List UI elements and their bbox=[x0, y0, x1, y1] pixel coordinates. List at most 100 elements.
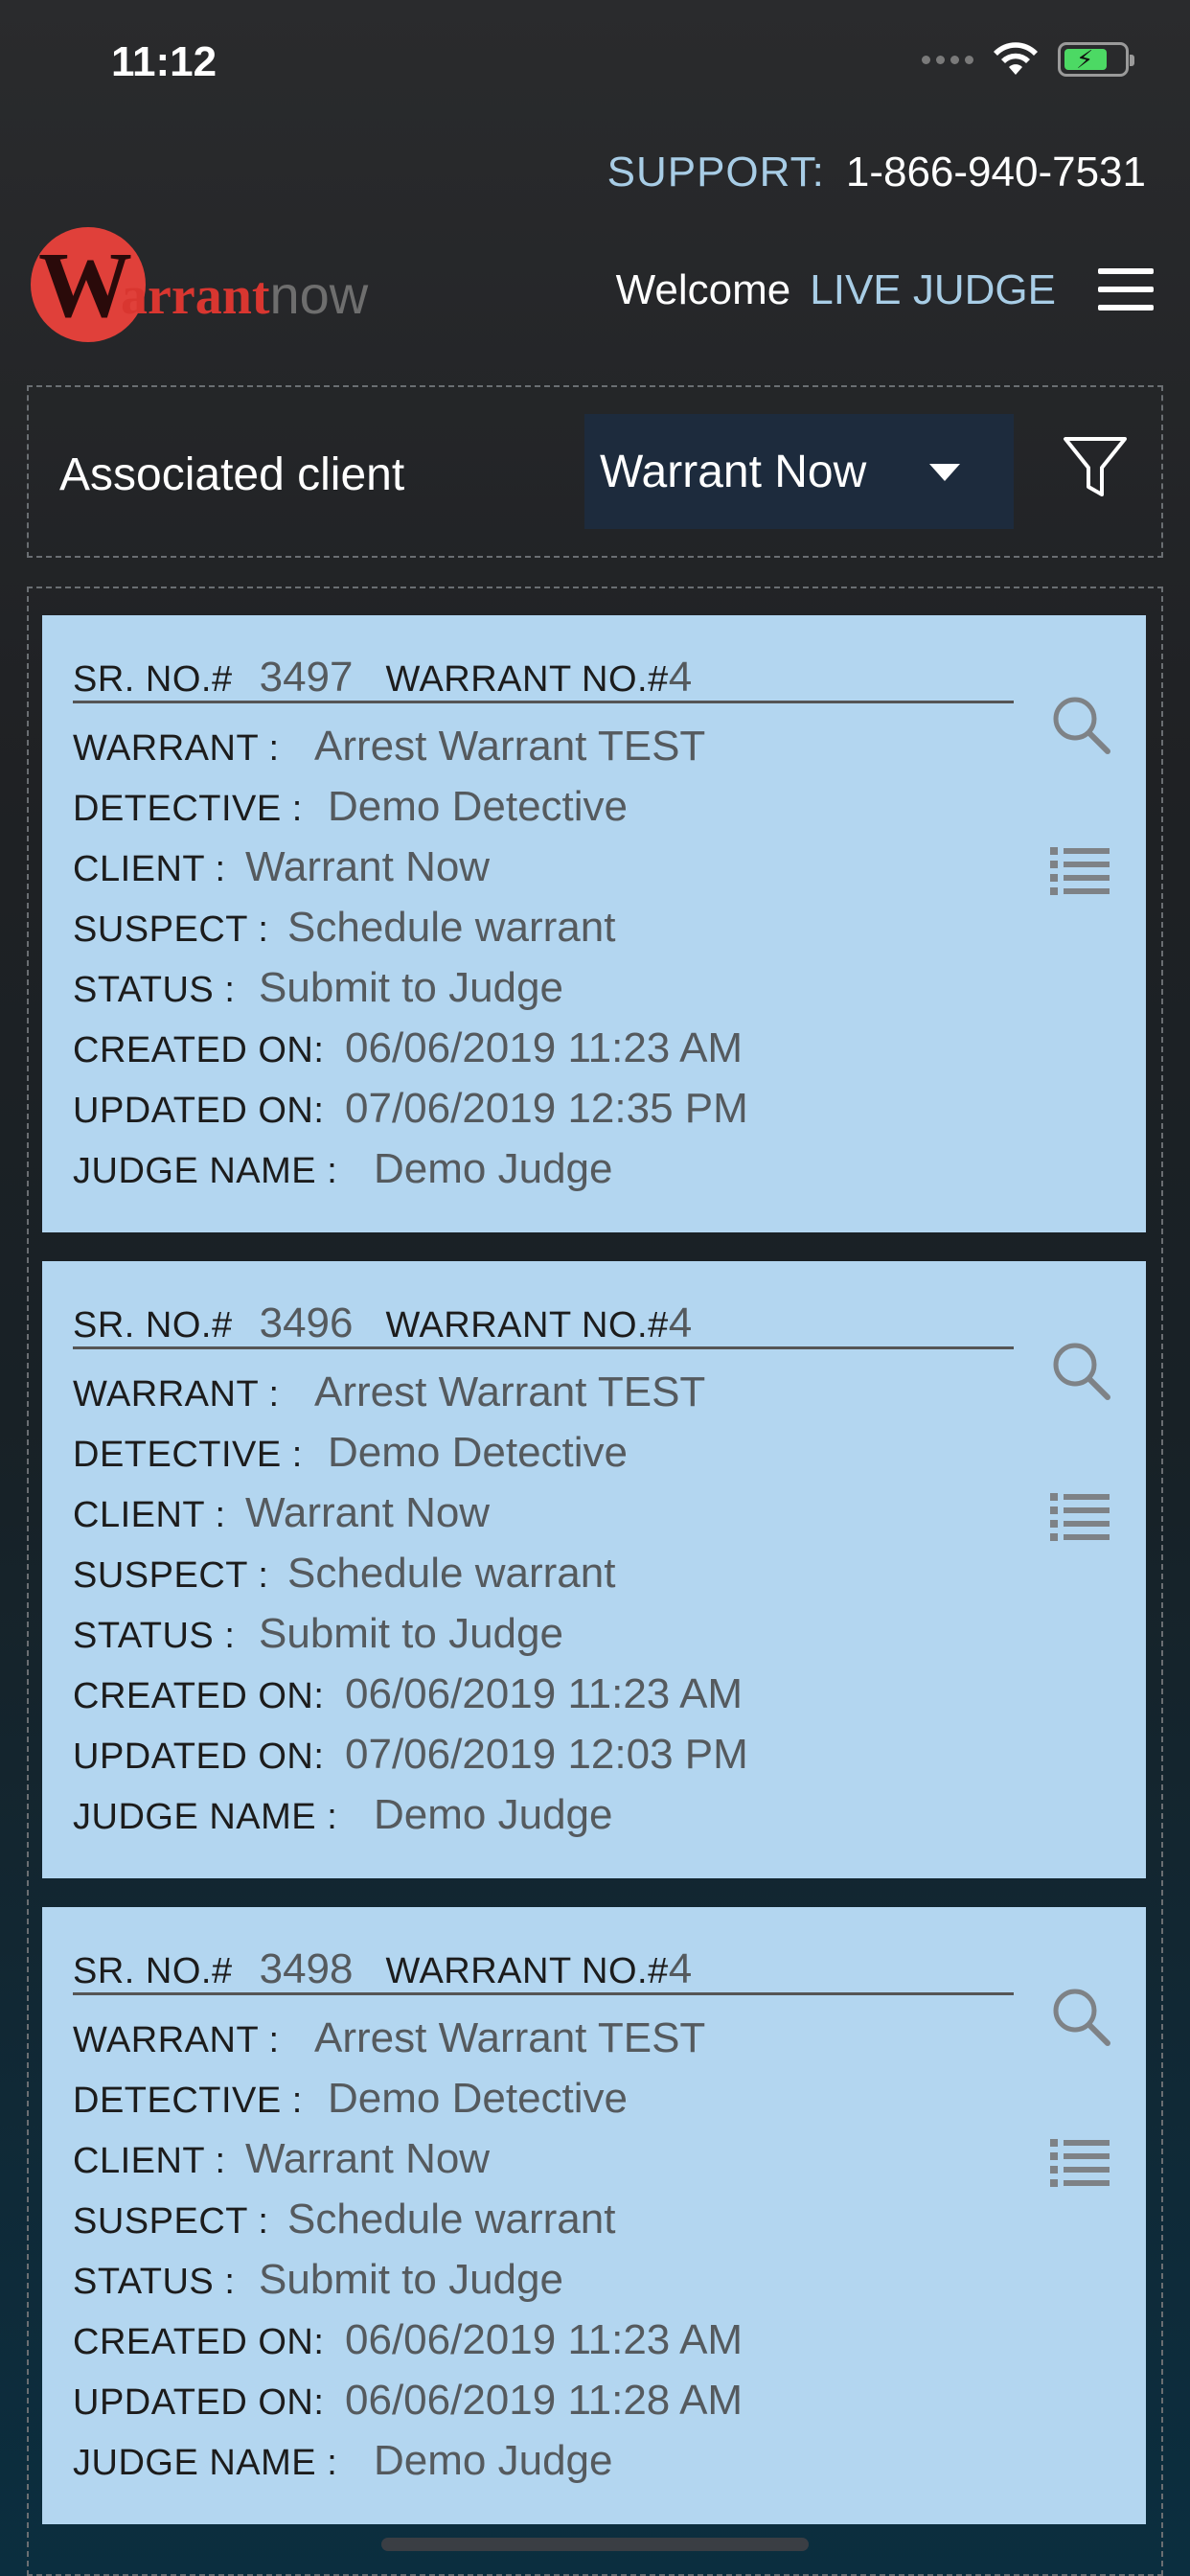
warrant-card[interactable]: SR. NO.# 3497 WARRANT NO.# 4 WARRANT : Arrest… bbox=[42, 615, 1146, 1232]
suspect-label: SUSPECT : bbox=[73, 1555, 269, 1596]
chevron-down-icon bbox=[929, 464, 960, 481]
status-icons: ⚡ bbox=[922, 42, 1134, 77]
created-on-label: CREATED ON: bbox=[73, 1676, 325, 1716]
suspect-label: SUSPECT : bbox=[73, 909, 269, 950]
search-icon[interactable] bbox=[1050, 1986, 1111, 2047]
sr-no-label: SR. NO.# bbox=[73, 1951, 233, 1991]
updated-on-value: 06/06/2019 11:28 AM bbox=[345, 2377, 744, 2424]
client-value: Warrant Now bbox=[245, 2135, 491, 2182]
updated-on-label: UPDATED ON: bbox=[73, 1736, 325, 1777]
status-time: 11:12 bbox=[111, 38, 217, 85]
sr-no-value: 3496 bbox=[259, 1300, 354, 1346]
sr-no-value: 3498 bbox=[259, 1945, 354, 1992]
detail-row-suspect: SUSPECT : Schedule warrant bbox=[73, 2196, 743, 2256]
detail-row-detective: DETECTIVE : Demo Detective bbox=[73, 783, 748, 843]
associated-client-label: Associated client bbox=[59, 449, 405, 500]
detail-row-judge-name: JUDGE NAME : Demo Judge bbox=[73, 2437, 743, 2497]
detail-row-created-on: CREATED ON: 06/06/2019 11:23 AM bbox=[73, 2316, 743, 2377]
warrant-label: WARRANT : bbox=[73, 728, 280, 769]
welcome-message: Welcome LIVE JUDGE bbox=[616, 266, 1056, 314]
card-header: SR. NO.# 3496 WARRANT NO.# 4 bbox=[73, 1300, 1014, 1349]
hamburger-menu-icon[interactable] bbox=[1098, 268, 1154, 310]
detective-value: Demo Detective bbox=[328, 2075, 629, 2122]
client-value: Warrant Now bbox=[245, 1489, 491, 1536]
detail-row-status: STATUS : Submit to Judge bbox=[73, 1610, 748, 1670]
created-on-value: 06/06/2019 11:23 AM bbox=[345, 1670, 744, 1717]
status-bar: 11:12 ⚡ bbox=[0, 0, 1190, 134]
logo-letter: W bbox=[38, 234, 132, 337]
list-details-icon[interactable] bbox=[1050, 845, 1110, 897]
support-phone-link[interactable]: 1-866-940-7531 bbox=[846, 149, 1146, 196]
judge-name-value: Demo Judge bbox=[374, 1145, 613, 1192]
card-header: SR. NO.# 3497 WARRANT NO.# 4 bbox=[73, 654, 1014, 703]
warrant-label: WARRANT : bbox=[73, 1374, 280, 1414]
detail-row-warrant: WARRANT : Arrest Warrant TEST bbox=[73, 723, 748, 783]
status-label: STATUS : bbox=[73, 1616, 236, 1656]
status-label: STATUS : bbox=[73, 2262, 236, 2302]
warrant-label: WARRANT : bbox=[73, 2020, 280, 2060]
sr-no-value: 3497 bbox=[259, 654, 354, 701]
cellular-signal-icon bbox=[922, 55, 973, 64]
client-value: Warrant Now bbox=[245, 843, 491, 890]
updated-on-label: UPDATED ON: bbox=[73, 2382, 325, 2423]
sr-no-label: SR. NO.# bbox=[73, 1305, 233, 1346]
home-indicator bbox=[381, 2538, 809, 2551]
suspect-value: Schedule warrant bbox=[287, 2196, 616, 2242]
detail-row-judge-name: JUDGE NAME : Demo Judge bbox=[73, 1791, 748, 1852]
created-on-label: CREATED ON: bbox=[73, 1030, 325, 1070]
welcome-user-name: LIVE JUDGE bbox=[810, 266, 1056, 313]
detail-row-warrant: WARRANT : Arrest Warrant TEST bbox=[73, 1368, 748, 1429]
detail-row-suspect: SUSPECT : Schedule warrant bbox=[73, 1550, 748, 1610]
detail-row-detective: DETECTIVE : Demo Detective bbox=[73, 2075, 743, 2135]
status-value: Submit to Judge bbox=[259, 964, 563, 1011]
detail-row-client: CLIENT : Warrant Now bbox=[73, 2135, 743, 2196]
warrant-value: Arrest Warrant TEST bbox=[314, 723, 706, 770]
search-icon[interactable] bbox=[1050, 694, 1111, 755]
detail-row-status: STATUS : Submit to Judge bbox=[73, 964, 748, 1024]
judge-name-label: JUDGE NAME : bbox=[73, 2443, 338, 2483]
filter-icon[interactable] bbox=[1062, 433, 1129, 502]
suspect-value: Schedule warrant bbox=[287, 904, 616, 951]
list-details-icon[interactable] bbox=[1050, 1491, 1110, 1543]
warrantnow-logo: W arrantnow bbox=[29, 225, 374, 345]
client-label: CLIENT : bbox=[73, 849, 226, 889]
detective-label: DETECTIVE : bbox=[73, 2081, 303, 2121]
judge-name-label: JUDGE NAME : bbox=[73, 1797, 338, 1837]
support-label: SUPPORT: bbox=[606, 149, 825, 196]
selected-client-value: Warrant Now bbox=[600, 446, 867, 497]
detail-row-detective: DETECTIVE : Demo Detective bbox=[73, 1429, 748, 1489]
detective-value: Demo Detective bbox=[328, 1429, 629, 1476]
detail-row-client: CLIENT : Warrant Now bbox=[73, 1489, 748, 1550]
status-value: Submit to Judge bbox=[259, 1610, 563, 1657]
detail-row-updated-on: UPDATED ON: 07/06/2019 12:35 PM bbox=[73, 1085, 748, 1145]
created-on-label: CREATED ON: bbox=[73, 2322, 325, 2362]
created-on-value: 06/06/2019 11:23 AM bbox=[345, 2316, 744, 2363]
wifi-icon bbox=[994, 42, 1038, 75]
client-label: CLIENT : bbox=[73, 1495, 226, 1535]
detail-row-created-on: CREATED ON: 06/06/2019 11:23 AM bbox=[73, 1670, 748, 1731]
judge-name-value: Demo Judge bbox=[374, 2437, 613, 2484]
judge-name-value: Demo Judge bbox=[374, 1791, 613, 1838]
logo-wordmark: arrantnow bbox=[121, 264, 369, 326]
suspect-value: Schedule warrant bbox=[287, 1550, 616, 1597]
detail-row-created-on: CREATED ON: 06/06/2019 11:23 AM bbox=[73, 1024, 748, 1085]
card-header: SR. NO.# 3498 WARRANT NO.# 4 bbox=[73, 1945, 1014, 1995]
warrant-card[interactable]: SR. NO.# 3498 WARRANT NO.# 4 WARRANT : Arrest… bbox=[42, 1907, 1146, 2524]
detective-label: DETECTIVE : bbox=[73, 1435, 303, 1475]
sr-no-label: SR. NO.# bbox=[73, 659, 233, 700]
battery-icon: ⚡ bbox=[1058, 42, 1134, 77]
search-icon[interactable] bbox=[1050, 1340, 1111, 1401]
card-details: WARRANT : Arrest Warrant TEST DETECTIVE :D… bbox=[73, 1368, 748, 1852]
warrant-value: Arrest Warrant TEST bbox=[314, 2014, 706, 2061]
updated-on-label: UPDATED ON: bbox=[73, 1091, 325, 1131]
suspect-label: SUSPECT : bbox=[73, 2201, 269, 2242]
client-label: CLIENT : bbox=[73, 2141, 226, 2181]
list-details-icon[interactable] bbox=[1050, 2137, 1110, 2189]
associated-client-dropdown[interactable]: Warrant Now bbox=[584, 414, 1014, 529]
updated-on-value: 07/06/2019 12:35 PM bbox=[345, 1085, 748, 1132]
detective-value: Demo Detective bbox=[328, 783, 629, 830]
warrant-no-label: WARRANT NO.# bbox=[385, 1305, 669, 1346]
warrant-card[interactable]: SR. NO.# 3496 WARRANT NO.# 4 WARRANT : Arrest… bbox=[42, 1261, 1146, 1878]
warrant-no-label: WARRANT NO.# bbox=[385, 1951, 669, 1991]
status-value: Submit to Judge bbox=[259, 2256, 563, 2303]
